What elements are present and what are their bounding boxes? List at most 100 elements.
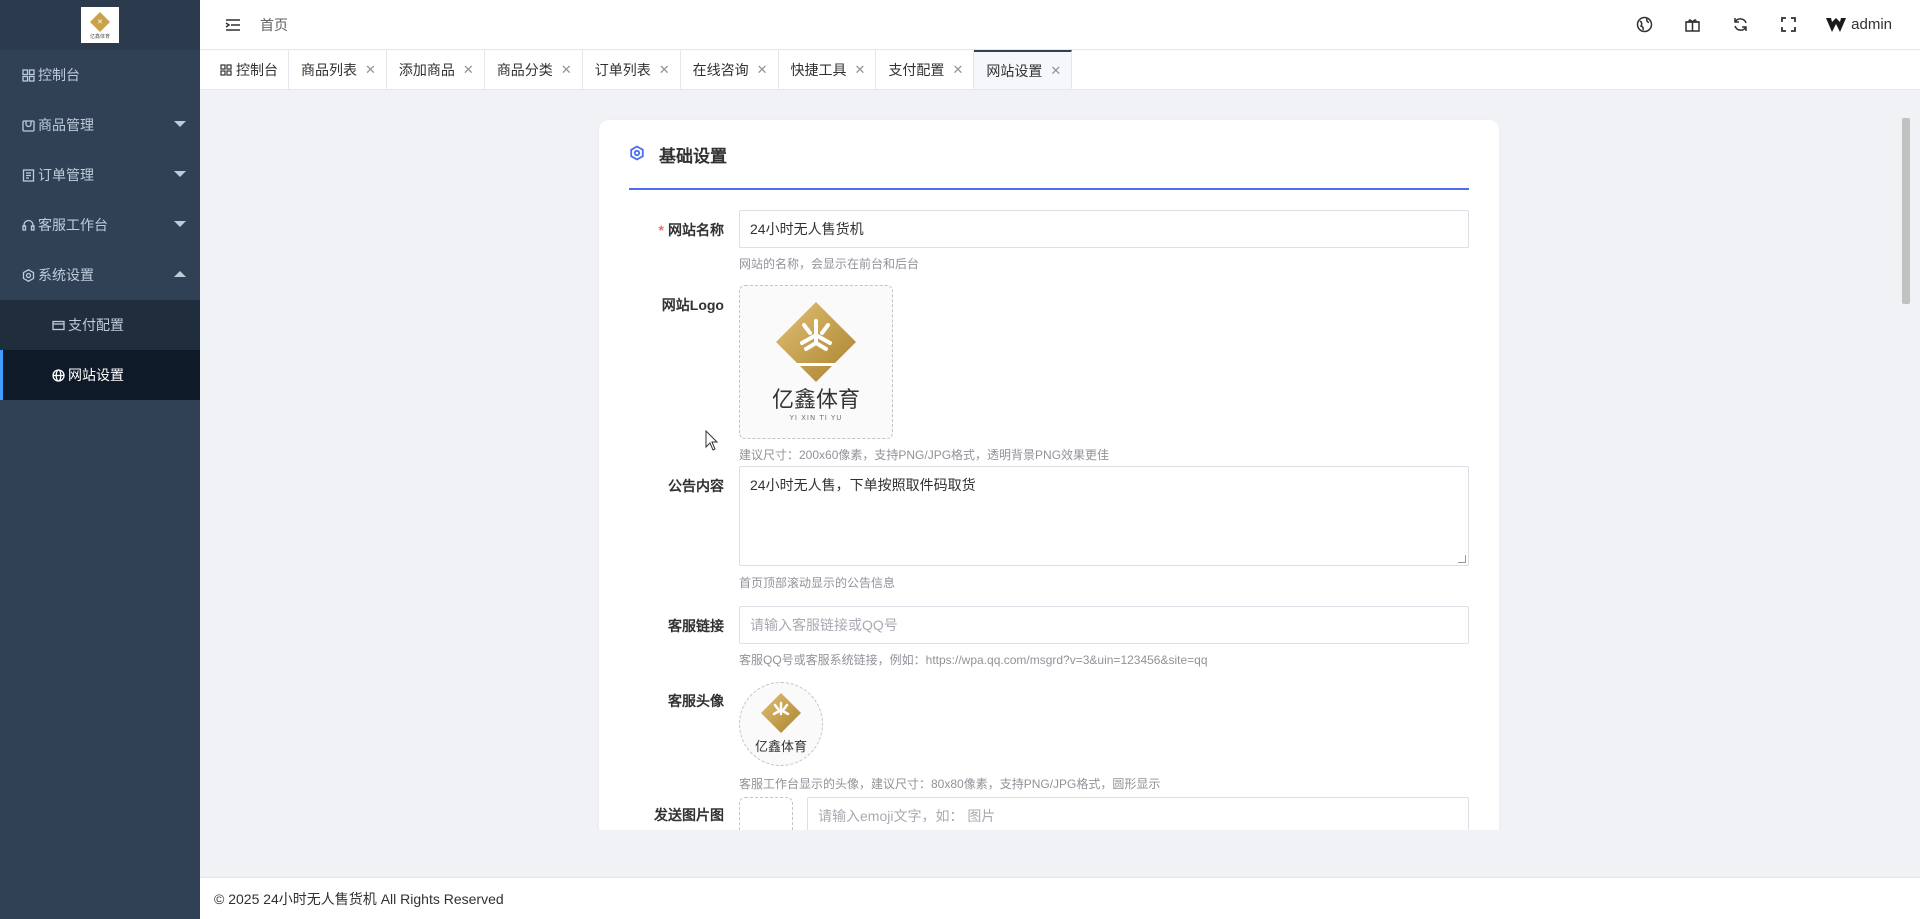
site-name-hint: 网站的名称，会显示在前台和后台 — [739, 257, 920, 271]
mouse-cursor-icon — [705, 430, 719, 451]
avatar-image: 亿鑫体育 — [755, 693, 807, 755]
close-icon[interactable]: ✕ — [757, 62, 768, 78]
section-title: 基础设置 — [659, 146, 727, 166]
site-name-input[interactable]: 24小时无人售货机 — [739, 210, 1469, 248]
tab-label: 支付配置 — [888, 61, 945, 78]
resize-handle[interactable] — [1458, 555, 1466, 563]
svg-text:亿鑫体育: 亿鑫体育 — [90, 33, 110, 40]
user-menu[interactable]: admin — [1825, 16, 1892, 34]
sidebar: ✕ 亿鑫体育 控制台 商品管理 订单管理 客服工作台 系统设置 支付配置 网站设… — [0, 0, 200, 919]
sidebar-item-label: 客服工作台 — [38, 217, 108, 233]
avatar — [1826, 17, 1847, 32]
tab-online-consult[interactable]: 在线咨询 ✕ — [681, 50, 779, 89]
notice-textarea[interactable]: 24小时无人售，下单按照取件码取货 — [739, 466, 1469, 566]
sidebar-item-website[interactable]: 网站设置 — [0, 350, 200, 400]
copyright: © 2025 24小时无人售货机 All Rights Reserved — [214, 890, 504, 907]
tab-label: 添加商品 — [398, 61, 455, 78]
fullscreen-icon[interactable] — [1779, 16, 1797, 34]
close-icon[interactable]: ✕ — [463, 62, 474, 78]
close-icon[interactable]: ✕ — [855, 62, 866, 78]
gear-icon — [20, 267, 36, 283]
site-logo-hint: 建议尺寸：200x60像素，支持PNG/JPG格式，透明背景PNG效果更佳 — [739, 448, 1110, 462]
tab-payment-config[interactable]: 支付配置 ✕ — [876, 50, 975, 89]
tab-goods-category[interactable]: 商品分类 ✕ — [485, 50, 583, 89]
tab-order-list[interactable]: 订单列表 ✕ — [583, 50, 681, 89]
sidebar-logo-area: ✕ 亿鑫体育 — [0, 0, 200, 50]
main-content: 基础设置 * 网站名称 24小时无人售货机 网站的名称，会显示在前台和后台 网站L… — [210, 100, 1910, 830]
gift-icon[interactable] — [1683, 16, 1701, 34]
notice-hint: 首页顶部滚动显示的公告信息 — [739, 576, 896, 590]
sidebar-item-label: 网站设置 — [68, 367, 124, 383]
tags-view: 控制台 商品列表 ✕ 添加商品 ✕ 商品分类 ✕ 订单列表 ✕ 在线咨询 ✕ 快捷工具 ✕ … — [200, 50, 1920, 90]
close-icon[interactable]: ✕ — [952, 62, 963, 78]
globe-icon — [50, 367, 66, 383]
header-actions: admin — [1605, 16, 1920, 34]
sidebar-item-label: 商品管理 — [38, 117, 94, 133]
chevron-down-icon — [174, 221, 186, 227]
main-scrollbar[interactable] — [1902, 100, 1910, 830]
sidebar-item-label: 控制台 — [38, 67, 80, 83]
partial-row-label: 发送图片图 — [654, 807, 724, 823]
notice-text: 24小时无人售，下单按照取件码取货 — [750, 477, 976, 493]
svg-text:亿鑫体育: 亿鑫体育 — [755, 739, 807, 755]
top-header: 首页 admin — [200, 0, 1920, 50]
username: admin — [1851, 16, 1892, 33]
settings-card: 基础设置 * 网站名称 24小时无人售货机 网站的名称，会显示在前台和后台 网站L… — [599, 120, 1499, 830]
language-icon[interactable] — [1635, 16, 1653, 34]
tab-quick-tools[interactable]: 快捷工具 ✕ — [779, 50, 877, 89]
tab-dashboard[interactable]: 控制台 — [208, 50, 289, 89]
sidebar-item-label: 系统设置 — [38, 267, 94, 283]
service-link-input[interactable]: 请输入客服链接或QQ号 — [739, 606, 1469, 644]
refresh-icon[interactable] — [1731, 16, 1749, 34]
order-icon — [20, 167, 36, 183]
site-logo-label: 网站Logo — [661, 297, 724, 313]
dashboard-icon — [20, 67, 36, 83]
settings-submenu: 支付配置 网站设置 — [0, 300, 200, 400]
service-avatar-label: 客服头像 — [668, 693, 724, 709]
sidebar-item-label: 支付配置 — [68, 317, 124, 333]
emoji-input[interactable]: 请输入emoji文字，如： 图片 — [807, 797, 1469, 830]
svg-text:YI XIN TI YU: YI XIN TI YU — [789, 414, 843, 422]
brand-logo[interactable]: ✕ 亿鑫体育 — [81, 7, 119, 43]
logo-image: 亿鑫体育 YI XIN TI YU — [772, 302, 860, 422]
svg-text:✕: ✕ — [97, 18, 103, 26]
headset-icon — [20, 217, 36, 233]
close-icon[interactable]: ✕ — [659, 62, 670, 78]
form-row-notice: 公告内容 24小时无人售，下单按照取件码取货 首页顶部滚动显示的公告信息 — [629, 466, 1469, 606]
site-name-label: * 网站名称 — [658, 222, 724, 238]
chevron-down-icon — [174, 121, 186, 127]
form-row-service-avatar: 客服头像 亿鑫体育 客服工作台显示的头像，建议尺寸：80x80像素，支持PNG/… — [629, 682, 1469, 797]
breadcrumb[interactable]: 首页 — [260, 15, 288, 35]
close-icon[interactable]: ✕ — [365, 62, 376, 78]
chevron-up-icon — [174, 271, 186, 277]
chevron-down-icon — [174, 171, 186, 177]
goods-icon — [20, 117, 36, 133]
form-row-site-logo: 网站Logo 亿鑫体育 YI XIN TI YU 建议尺寸：200x60像素，支… — [629, 276, 1469, 466]
sidebar-item-payment[interactable]: 支付配置 — [0, 300, 200, 350]
tab-label: 控制台 — [236, 61, 278, 78]
emoji-uploader[interactable] — [739, 797, 793, 830]
tab-goods-list[interactable]: 商品列表 ✕ — [289, 50, 387, 89]
tab-label: 在线咨询 — [692, 61, 749, 78]
payment-icon — [50, 317, 66, 333]
form-row-site-name: * 网站名称 24小时无人售货机 网站的名称，会显示在前台和后台 — [629, 190, 1469, 276]
close-icon[interactable]: ✕ — [561, 62, 572, 78]
section-header: 基础设置 — [629, 120, 1469, 190]
sidebar-item-label: 订单管理 — [38, 167, 94, 183]
sidebar-item-settings[interactable]: 系统设置 — [0, 250, 200, 300]
form-row-partial: 发送图片图 请输入emoji文字，如： 图片 — [629, 797, 1469, 830]
logo-uploader[interactable]: 亿鑫体育 YI XIN TI YU — [739, 285, 893, 439]
tab-website-settings[interactable]: 网站设置 ✕ — [974, 50, 1073, 89]
scrollbar-thumb[interactable] — [1902, 118, 1910, 304]
avatar-uploader[interactable]: 亿鑫体育 — [739, 682, 823, 766]
sidebar-item-orders[interactable]: 订单管理 — [0, 150, 200, 200]
sidebar-item-service[interactable]: 客服工作台 — [0, 200, 200, 250]
sidebar-item-dashboard[interactable]: 控制台 — [0, 50, 200, 100]
tab-label: 商品列表 — [301, 61, 357, 78]
footer: © 2025 24小时无人售货机 All Rights Reserved — [200, 877, 1920, 919]
tab-label: 快捷工具 — [790, 61, 847, 78]
tab-add-goods[interactable]: 添加商品 ✕ — [387, 50, 485, 89]
close-icon[interactable]: ✕ — [1050, 63, 1061, 79]
menu-toggle-icon[interactable] — [224, 16, 242, 34]
sidebar-item-goods[interactable]: 商品管理 — [0, 100, 200, 150]
